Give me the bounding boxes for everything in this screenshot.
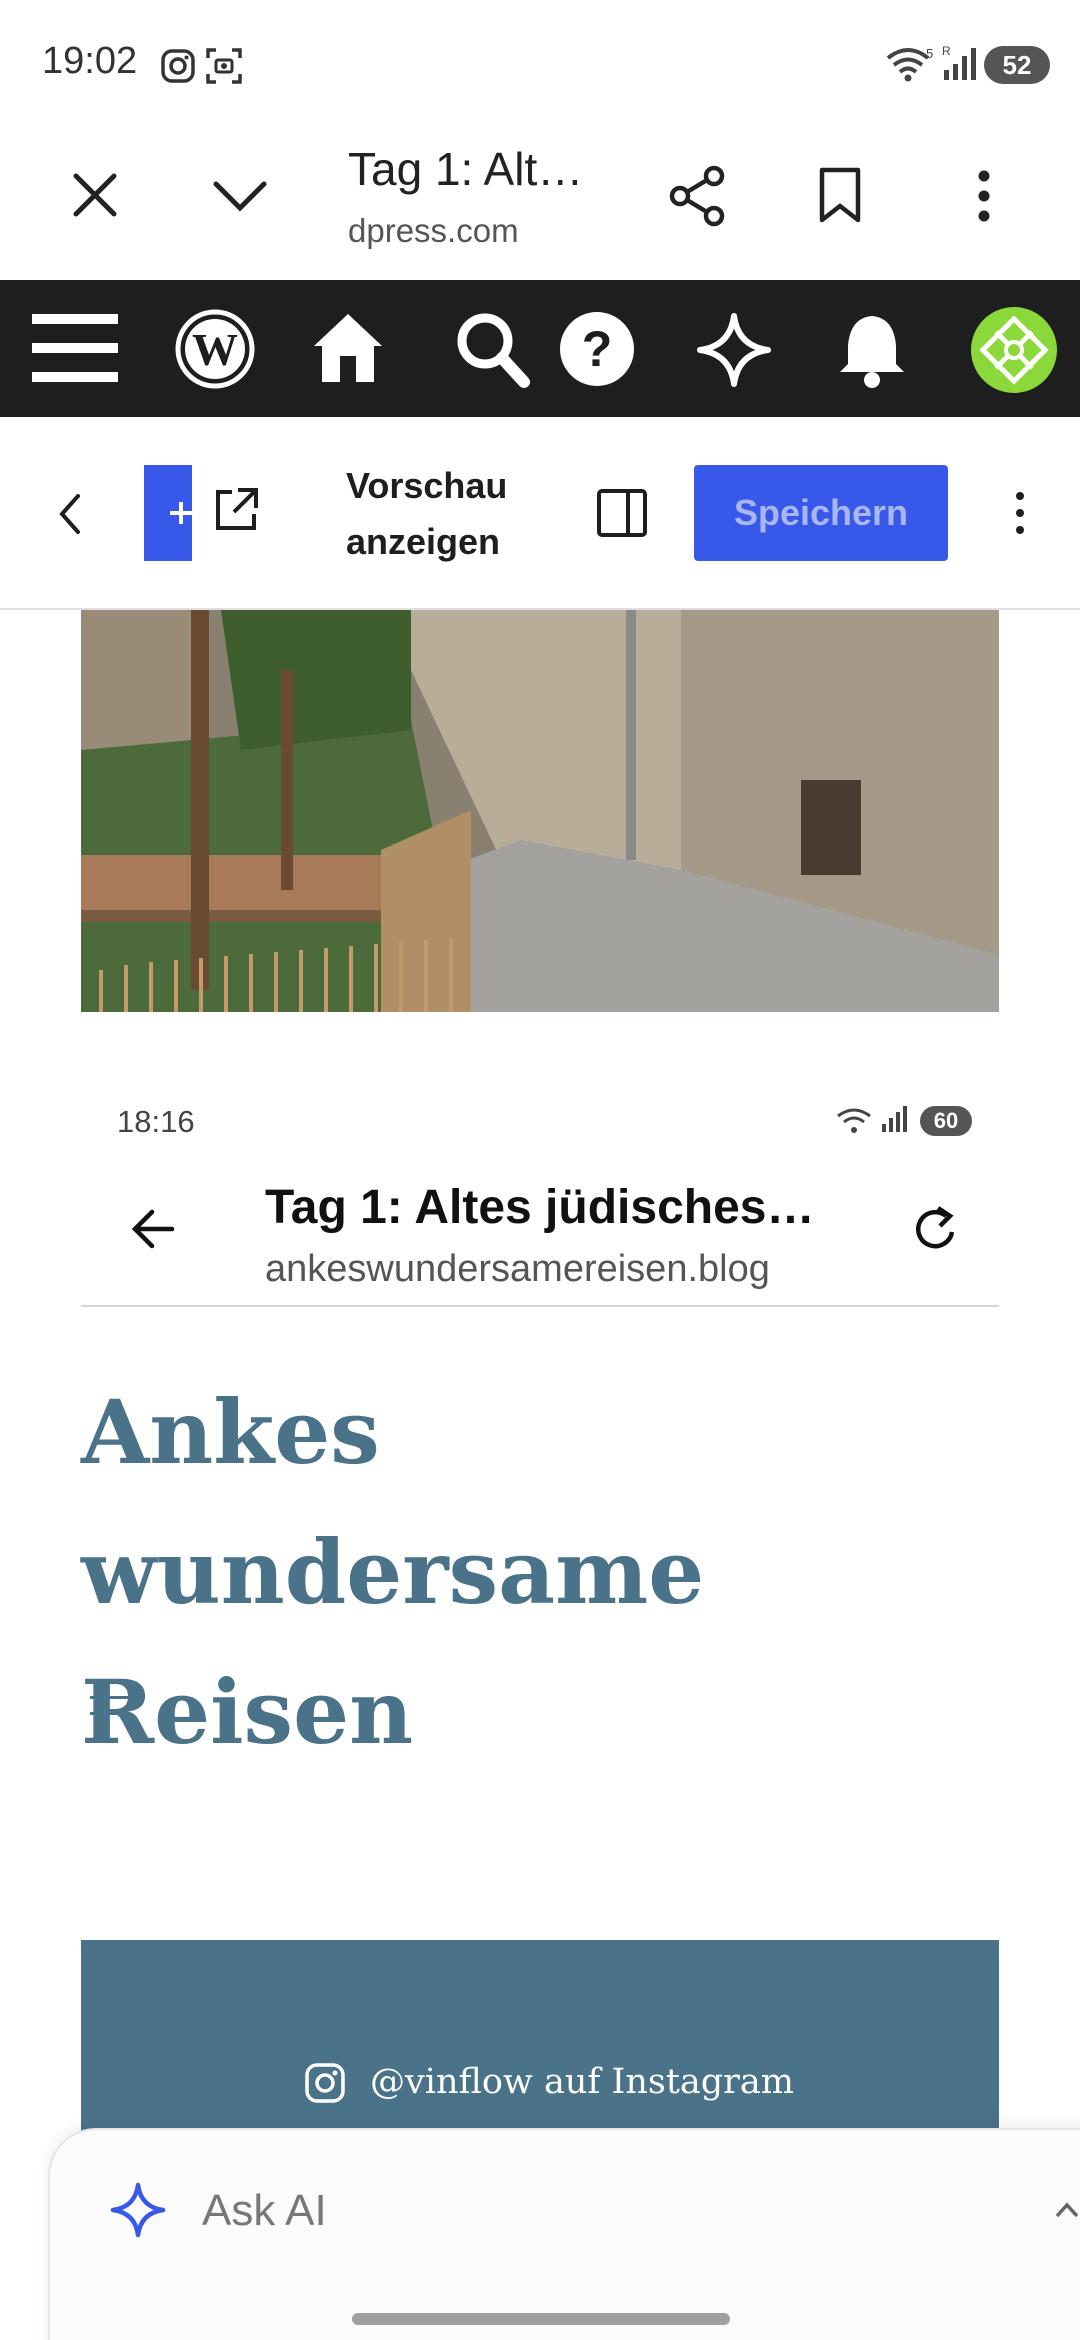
external-link-icon[interactable]	[210, 484, 262, 536]
status-time: 19:02	[42, 40, 138, 82]
svg-text:W: W	[192, 324, 238, 375]
ask-ai-input[interactable]: Ask AI	[202, 2186, 327, 2236]
site-title: Ankes wundersame Reisen	[81, 1380, 705, 1764]
expand-chevron-icon[interactable]	[1054, 2200, 1080, 2220]
inner-page-title: Tag 1: Altes jüdisches…	[265, 1181, 815, 1234]
preview-button[interactable]: Vorschau anzeigen	[346, 458, 526, 570]
save-button[interactable]: Speichern	[694, 465, 948, 561]
inner-back-arrow-icon	[130, 1208, 176, 1250]
wp-admin-bar	[0, 280, 1080, 417]
street-photo	[81, 610, 999, 1012]
signal-icon: R	[942, 44, 978, 82]
svg-text:5: 5	[926, 46, 933, 61]
instagram-icon	[160, 48, 196, 84]
svg-text:R: R	[942, 44, 951, 58]
inner-divider	[81, 1305, 999, 1307]
help-icon[interactable]: ?	[558, 310, 636, 388]
tab-title[interactable]: Tag 1: Alt…	[348, 142, 583, 196]
menu-icon[interactable]	[32, 312, 118, 384]
options-icon[interactable]	[1010, 490, 1030, 536]
inner-wifi-icon	[836, 1106, 876, 1134]
hamburger-icon	[88, 1694, 132, 1718]
wordpress-icon[interactable]: W	[174, 308, 256, 390]
avatar[interactable]	[970, 306, 1058, 394]
close-icon[interactable]	[70, 170, 120, 220]
inner-status-time: 18:16	[117, 1104, 195, 1139]
more-icon[interactable]	[974, 168, 994, 224]
back-chevron-icon[interactable]	[56, 492, 84, 536]
block-inserter-button[interactable]	[144, 465, 192, 561]
inner-reload-icon	[912, 1204, 960, 1256]
search-icon[interactable]	[454, 310, 532, 390]
screen-record-icon	[204, 46, 244, 86]
instagram-link: @vinflow auf Instagram	[370, 2062, 794, 2102]
sidebar-toggle-icon[interactable]	[596, 488, 648, 538]
chevron-down-icon[interactable]	[212, 176, 268, 216]
footer-block	[81, 1940, 999, 2140]
bell-icon[interactable]	[836, 310, 908, 390]
battery-indicator: 52	[984, 46, 1050, 84]
inner-domain: ankeswundersamereisen.blog	[265, 1248, 770, 1290]
sparkle-icon[interactable]	[696, 312, 772, 388]
bookmark-icon[interactable]	[818, 166, 862, 224]
instagram-logo-icon	[304, 2062, 346, 2104]
inner-signal-icon	[880, 1104, 910, 1134]
svg-text:?: ?	[582, 321, 613, 377]
ask-ai-sparkle-icon	[110, 2182, 166, 2238]
wifi-icon: 5	[886, 46, 936, 82]
home-icon[interactable]	[310, 310, 386, 386]
tab-domain[interactable]: dpress.com	[348, 212, 519, 250]
gesture-nav-bar[interactable]	[352, 2313, 730, 2325]
share-icon[interactable]	[668, 164, 728, 228]
inner-battery-indicator: 60	[920, 1106, 972, 1136]
